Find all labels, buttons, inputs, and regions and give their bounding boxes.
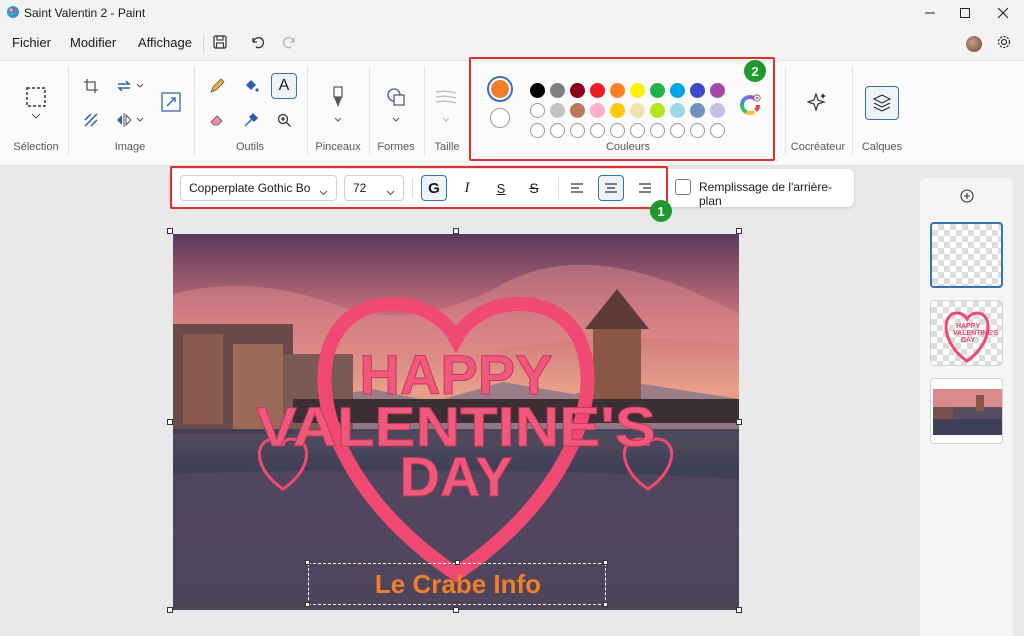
group-label-shapes: Formes: [377, 141, 415, 153]
text-box-handle[interactable]: [455, 560, 460, 565]
layer-thumb-text[interactable]: HAPPY VALENTINE'S DAY: [930, 300, 1003, 366]
resize-handle-w[interactable]: [167, 419, 173, 425]
group-label-layers: Calques: [861, 141, 903, 153]
avatar[interactable]: [966, 36, 982, 52]
chevron-down-icon[interactable]: [333, 115, 343, 125]
group-label-size: Taille: [434, 141, 460, 153]
eraser-icon[interactable]: [208, 111, 226, 129]
group-label-selection: Sélection: [13, 141, 59, 153]
paint-app-icon: [6, 5, 20, 19]
valentine-image: HAPPY VALENTINE'S DAY: [173, 234, 739, 610]
menu-fichier[interactable]: Fichier: [12, 35, 51, 50]
text-box-handle[interactable]: [305, 560, 310, 565]
annotation-box-colors: [469, 57, 775, 161]
group-label-image: Image: [114, 141, 146, 153]
shapes-icon[interactable]: [385, 86, 407, 108]
chevron-down-icon[interactable]: [391, 115, 401, 125]
resize-handle-nw[interactable]: [167, 228, 173, 234]
gear-icon[interactable]: [996, 34, 1012, 53]
image-canvas[interactable]: HAPPY VALENTINE'S DAY: [173, 234, 739, 610]
menu-affichage[interactable]: Affichage: [138, 35, 192, 50]
resize-handle-sw[interactable]: [167, 607, 173, 613]
ribbon-divider: [68, 67, 69, 155]
selection-rect-icon[interactable]: [24, 85, 48, 109]
crop-icon[interactable]: [82, 77, 100, 95]
text-box-handle[interactable]: [603, 560, 608, 565]
chevron-down-icon[interactable]: [135, 81, 145, 91]
menu-modifier[interactable]: Modifier: [70, 35, 116, 50]
layers-icon[interactable]: [865, 86, 899, 120]
text-box-handle[interactable]: [603, 602, 608, 607]
group-label-tools: Outils: [235, 141, 265, 153]
ribbon-divider: [194, 67, 195, 155]
resize-handle-s[interactable]: [453, 607, 459, 613]
background-fill-checkbox[interactable]: [675, 179, 691, 195]
layer-thumb-empty[interactable]: [930, 222, 1003, 288]
ribbon-divider: [369, 67, 370, 155]
ribbon-divider: [852, 67, 853, 155]
chevron-down-icon: [441, 115, 451, 125]
pencil-icon[interactable]: [208, 77, 226, 95]
resize-handle-ne[interactable]: [736, 228, 742, 234]
text-box-handle[interactable]: [305, 602, 310, 607]
chevron-down-icon[interactable]: [135, 115, 145, 125]
annotation-badge-1: 1: [650, 200, 672, 222]
annotation-badge-2: 2: [744, 60, 766, 82]
text-tool-icon[interactable]: A: [271, 73, 297, 99]
close-button[interactable]: [993, 5, 1013, 21]
undo-icon[interactable]: [249, 34, 265, 53]
resize-handle-n[interactable]: [453, 228, 459, 234]
minimize-button[interactable]: [920, 5, 940, 21]
save-icon[interactable]: [212, 34, 228, 53]
remove-background-icon[interactable]: [82, 111, 100, 129]
menu-bar: Fichier Modifier Affichage: [0, 26, 1024, 60]
add-layer-icon[interactable]: [959, 188, 975, 207]
resize-handle-e[interactable]: [736, 419, 742, 425]
flip-icon[interactable]: [115, 111, 133, 129]
redo-icon[interactable]: [282, 34, 298, 53]
rotate-icon[interactable]: [115, 77, 133, 95]
annotation-box-text-toolbar: [170, 166, 668, 209]
cocreator-sparkle-icon[interactable]: [806, 91, 828, 113]
layers-panel: HAPPY VALENTINE'S DAY: [920, 178, 1013, 636]
layer-thumb-label: HAPPY VALENTINE'S DAY: [953, 323, 999, 344]
fill-bucket-icon[interactable]: [242, 77, 260, 95]
group-label-cocreator: Cocréateur: [790, 141, 846, 153]
ribbon-divider: [424, 67, 425, 155]
brush-icon[interactable]: [328, 85, 348, 109]
chevron-down-icon[interactable]: [30, 111, 42, 121]
resize-image-icon[interactable]: [160, 91, 182, 113]
window-title: Saint Valentin 2 - Paint: [24, 6, 146, 20]
color-picker-icon[interactable]: [242, 111, 260, 129]
text-edit-box[interactable]: Le Crabe Info: [308, 563, 606, 605]
line-size-icon: [434, 87, 458, 107]
canvas-text-day: DAY: [399, 445, 512, 508]
menu-divider: [203, 35, 204, 53]
ribbon-divider: [785, 67, 786, 155]
layer-thumb-background[interactable]: [930, 378, 1003, 444]
ribbon-divider: [307, 67, 308, 155]
text-edit-content: Le Crabe Info: [374, 569, 542, 599]
title-bar: Saint Valentin 2 - Paint: [0, 0, 1024, 26]
maximize-button[interactable]: [955, 5, 975, 21]
magnifier-icon[interactable]: [275, 111, 293, 129]
resize-handle-se[interactable]: [736, 607, 742, 613]
group-label-brushes: Pinceaux: [315, 141, 361, 153]
background-fill-label: Remplissage de l'arrière-plan: [699, 180, 833, 208]
